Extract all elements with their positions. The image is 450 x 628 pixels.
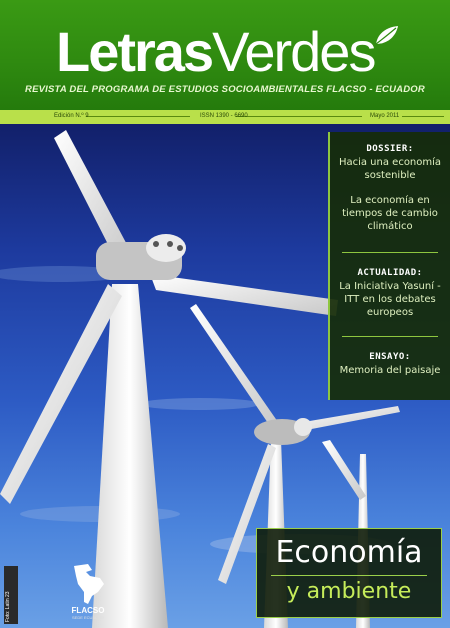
cover-subtitle: y ambiente: [286, 579, 412, 604]
latin-america-map-icon: [74, 564, 104, 604]
flacso-logo: FLACSO SEDE ECUADOR: [66, 562, 110, 622]
issn: ISSN 1390 - 6690: [200, 113, 248, 119]
edition-number: Edición N.º 9: [54, 113, 89, 119]
issue-info-strip: Edición N.º 9 ISSN 1390 - 6690 Mayo 2011: [0, 110, 450, 124]
divider: [342, 252, 438, 253]
masthead-subtitle: REVISTA DEL PROGRAMA DE ESTUDIOS SOCIOAM…: [25, 84, 425, 95]
divider: [86, 116, 190, 117]
publisher-name: FLACSO: [71, 606, 105, 615]
logo-letras: Letras: [56, 20, 214, 83]
headline-dossier-2: La economía en tiempos de cambio climáti…: [342, 195, 438, 232]
section-label-ensayo: ENSAYO:: [369, 352, 411, 362]
magazine-logo: LetrasVerdes: [56, 20, 376, 83]
contents-panel: DOSSIER: Hacia una economía sostenible L…: [328, 132, 450, 400]
photo-credit: Foto: Latin 23: [5, 591, 11, 622]
photo-credit-strip: Foto: Latin 23: [4, 566, 18, 624]
logo-verdes: Verdes: [212, 20, 376, 83]
headline-ensayo-1: Memoria del paisaje: [339, 365, 441, 376]
divider: [402, 116, 444, 117]
leaf-icon: [375, 26, 398, 45]
headline-actualidad-1: La Iniciativa Yasuní - ITT en los debate…: [339, 281, 441, 318]
section-label-actualidad: ACTUALIDAD:: [357, 268, 423, 278]
divider: [342, 336, 438, 337]
masthead: LetrasVerdes REVISTA DEL PROGRAMA DE EST…: [0, 0, 450, 112]
cover-title-box: Economía y ambiente: [256, 528, 442, 618]
divider: [236, 116, 362, 117]
issue-date: Mayo 2011: [370, 113, 400, 119]
section-label-dossier: DOSSIER:: [366, 144, 414, 154]
magazine-cover: LetrasVerdes REVISTA DEL PROGRAMA DE EST…: [0, 0, 450, 628]
publisher-sub: SEDE ECUADOR: [71, 615, 104, 620]
divider: [271, 575, 427, 576]
headline-dossier-1: Hacia una economía sostenible: [338, 157, 442, 181]
cover-title: Economía: [275, 535, 423, 570]
